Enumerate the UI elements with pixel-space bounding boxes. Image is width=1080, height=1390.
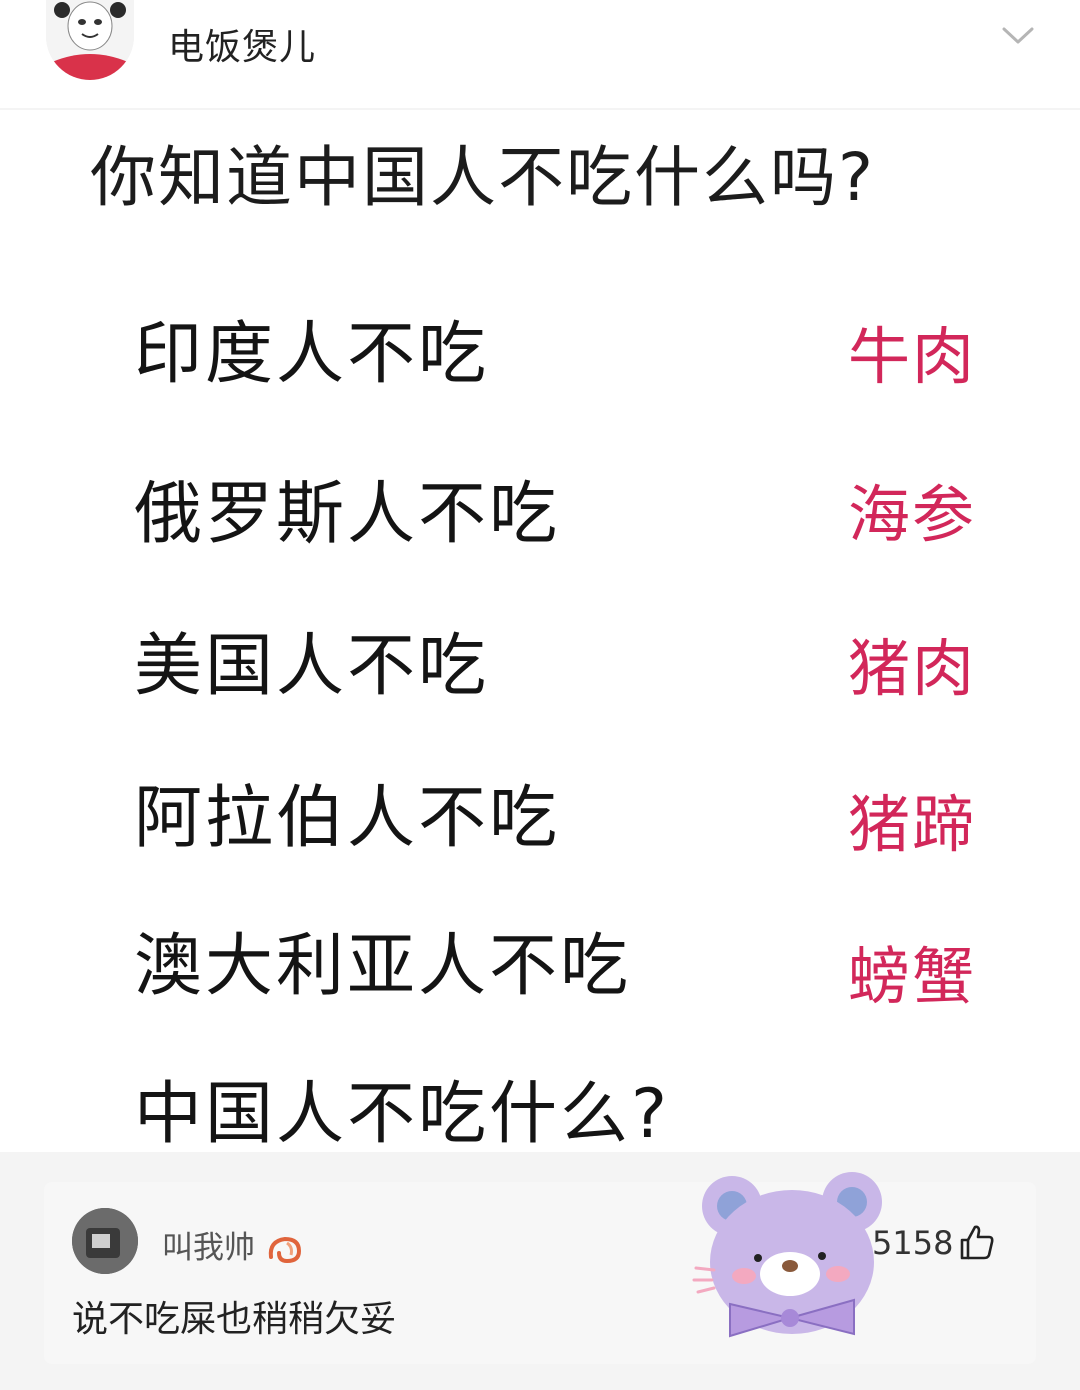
row-right-usa: 猪肉 <box>848 632 977 705</box>
commenter-name-text: 叫我帅 <box>162 1230 255 1266</box>
row-left-usa: 美国人不吃 <box>134 627 490 706</box>
row-left-australia: 澳大利亚人不吃 <box>134 927 632 1006</box>
comment-text: 说不吃屎也稍稍欠妥 <box>72 1299 397 1340</box>
author-name[interactable]: 电饭煲儿 <box>168 18 316 70</box>
chevron-down-icon[interactable] <box>998 20 1038 50</box>
row-left-india: 印度人不吃 <box>134 315 490 394</box>
panda-meme-avatar-icon <box>46 0 134 80</box>
commenter-avatar-icon <box>72 1208 138 1274</box>
commenter-avatar[interactable] <box>72 1208 138 1274</box>
post-header: 电饭煲儿 <box>0 0 1080 108</box>
shrimp-icon <box>268 1236 301 1263</box>
row-left-arab: 阿拉伯人不吃 <box>134 779 561 858</box>
image-question: 你知道中国人不吃什么吗? <box>90 139 876 216</box>
row-left-china: 中国人不吃什么? <box>134 1075 671 1154</box>
row-right-russia: 海参 <box>848 478 977 551</box>
commenter-name[interactable]: 叫我帅 <box>162 1222 305 1267</box>
row-right-india: 牛肉 <box>848 320 977 393</box>
row-right-arab: 猪蹄 <box>848 788 977 861</box>
post-image[interactable]: 你知道中国人不吃什么吗? 印度人不吃 牛肉 俄罗斯人不吃 海参 美国人不吃 猪肉… <box>0 110 1080 1154</box>
author-avatar[interactable] <box>46 0 134 80</box>
purple-bear-sticker-icon <box>692 1172 882 1338</box>
top-comment[interactable]: 叫我帅 说不吃屎也稍稍欠妥 5158 <box>44 1172 1036 1364</box>
row-left-russia: 俄罗斯人不吃 <box>134 475 561 554</box>
post-page: 电饭煲儿 你知道中国人不吃什么吗? 印度人不吃 牛肉 俄罗斯人不吃 海参 美国人… <box>0 0 1080 1390</box>
row-right-australia: 螃蟹 <box>848 940 977 1013</box>
thumbs-up-icon[interactable] <box>956 1222 996 1262</box>
